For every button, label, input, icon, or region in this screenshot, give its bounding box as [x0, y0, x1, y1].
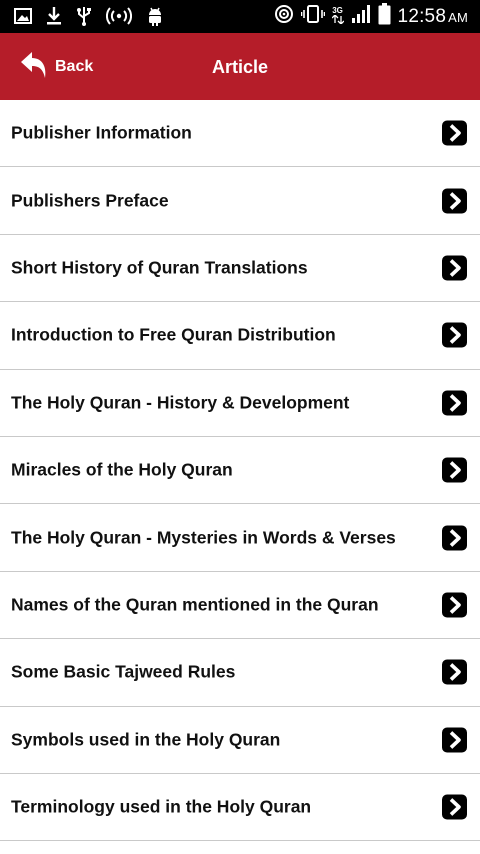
- android-icon: [146, 6, 164, 31]
- list-item-label: Publisher Information: [11, 122, 192, 143]
- image-icon: [14, 7, 32, 30]
- list-item-label: Short History of Quran Translations: [11, 257, 308, 278]
- chevron-right-icon[interactable]: [442, 390, 467, 416]
- clock-ampm: AM: [448, 9, 468, 25]
- chevron-right-icon[interactable]: [442, 525, 467, 551]
- chevron-right-icon[interactable]: [442, 727, 467, 753]
- chevron-right-icon[interactable]: [442, 322, 467, 348]
- list-item[interactable]: Miracles of the Holy Quran: [0, 437, 480, 505]
- system-icons: 3G 12:58 AM: [274, 0, 468, 33]
- chevron-right-icon[interactable]: [442, 120, 467, 146]
- page-title: Article: [211, 57, 269, 77]
- list-item-label: Symbols used in the Holy Quran: [11, 729, 281, 750]
- usb-icon: [76, 6, 92, 31]
- list-item-label: Names of the Quran mentioned in the Qura…: [11, 594, 379, 615]
- network-type-label: 3G: [332, 6, 343, 15]
- chevron-right-icon[interactable]: [442, 659, 467, 685]
- list-item[interactable]: Introduction to Free Quran Distribution: [0, 302, 480, 370]
- chevron-right-icon[interactable]: [442, 457, 467, 483]
- notification-icons: [14, 6, 164, 31]
- list-item-label: Miracles of the Holy Quran: [11, 459, 233, 480]
- list-item[interactable]: Symbols used in the Holy Quran: [0, 707, 480, 774]
- download-icon: [46, 6, 62, 31]
- chevron-right-icon[interactable]: [442, 188, 467, 214]
- list-item[interactable]: Some Basic Tajweed Rules: [0, 639, 480, 707]
- list-item[interactable]: Names of the Quran mentioned in the Qura…: [0, 572, 480, 640]
- clock-time: 12:58: [397, 5, 447, 27]
- status-bar: 3G 12:58 AM: [0, 0, 480, 33]
- list-item[interactable]: The Holy Quran - Mysteries in Words & Ve…: [0, 504, 480, 572]
- list-item-label: Introduction to Free Quran Distribution: [11, 324, 336, 345]
- location-icon: [274, 4, 294, 29]
- app-bar: Back Article: [0, 33, 480, 100]
- vibrate-icon: [300, 4, 325, 29]
- chevron-right-icon[interactable]: [442, 794, 467, 820]
- signal-icon: [351, 4, 371, 29]
- list-item[interactable]: Publisher Information: [0, 100, 480, 168]
- list-item[interactable]: The Holy Quran - History & Development: [0, 370, 480, 437]
- list-item-label: Some Basic Tajweed Rules: [11, 661, 236, 682]
- chevron-right-icon[interactable]: [442, 255, 467, 281]
- battery-icon: [378, 3, 391, 30]
- article-list: Publisher Information Publishers Preface S…: [0, 100, 480, 842]
- list-item[interactable]: Short History of Quran Translations: [0, 235, 480, 303]
- network-type: 3G: [331, 6, 345, 26]
- list-item-label: Publishers Preface: [11, 190, 169, 211]
- clock: 12:58 AM: [398, 6, 468, 28]
- list-item-label: The Holy Quran - History & Development: [11, 392, 350, 413]
- chevron-right-icon[interactable]: [442, 592, 467, 618]
- hotspot-icon: [106, 7, 132, 30]
- list-item-label: The Holy Quran - Mysteries in Words & Ve…: [11, 527, 396, 548]
- list-item[interactable]: Terminology used in the Holy Quran: [0, 774, 480, 842]
- list-item[interactable]: Publishers Preface: [0, 167, 480, 235]
- list-item-label: Terminology used in the Holy Quran: [11, 796, 312, 817]
